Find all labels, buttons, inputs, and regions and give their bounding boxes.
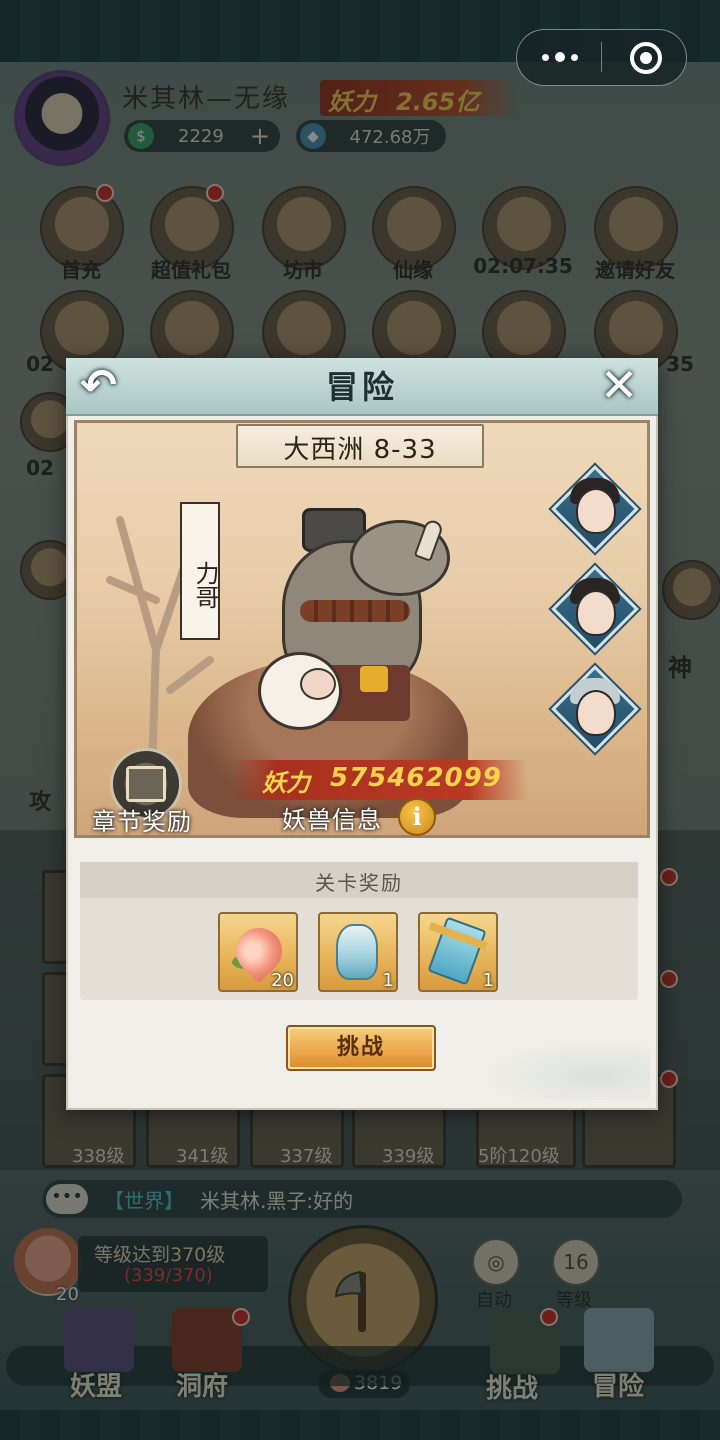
rewards-title: 关卡奖励	[315, 871, 403, 895]
reward-count: 1	[482, 970, 494, 991]
info-icon[interactable]: i	[398, 798, 436, 836]
close-icon[interactable]: ✕	[596, 362, 642, 410]
hero-face	[576, 690, 616, 736]
stage-name: 大西洲 8-33	[283, 435, 437, 465]
ogre-belt	[360, 666, 388, 692]
boss-power-value: 575462099	[330, 763, 502, 793]
sheep-face	[300, 668, 336, 700]
ogre-prayer-beads	[300, 600, 410, 622]
boss-name: 力哥	[191, 561, 219, 609]
challenge-button[interactable]: 挑战	[286, 1025, 436, 1071]
mini-program-close-icon[interactable]	[630, 42, 662, 74]
boss-power-label: 妖力	[262, 769, 310, 797]
reward-count: 1	[382, 970, 394, 991]
modal-title: 冒险	[325, 368, 398, 406]
capsule-divider	[601, 42, 602, 72]
more-dots-icon[interactable]	[538, 43, 582, 71]
reward-count: 20	[271, 970, 294, 991]
chest-lid	[126, 766, 166, 802]
cloud-decoration	[480, 1040, 650, 1100]
back-arrow-icon[interactable]: ↶	[80, 364, 132, 410]
hero-face	[576, 590, 616, 636]
hero-face	[576, 488, 616, 534]
monster-info-label[interactable]: 妖兽信息	[282, 800, 382, 835]
chapter-reward-label[interactable]: 章节奖励	[92, 802, 192, 837]
